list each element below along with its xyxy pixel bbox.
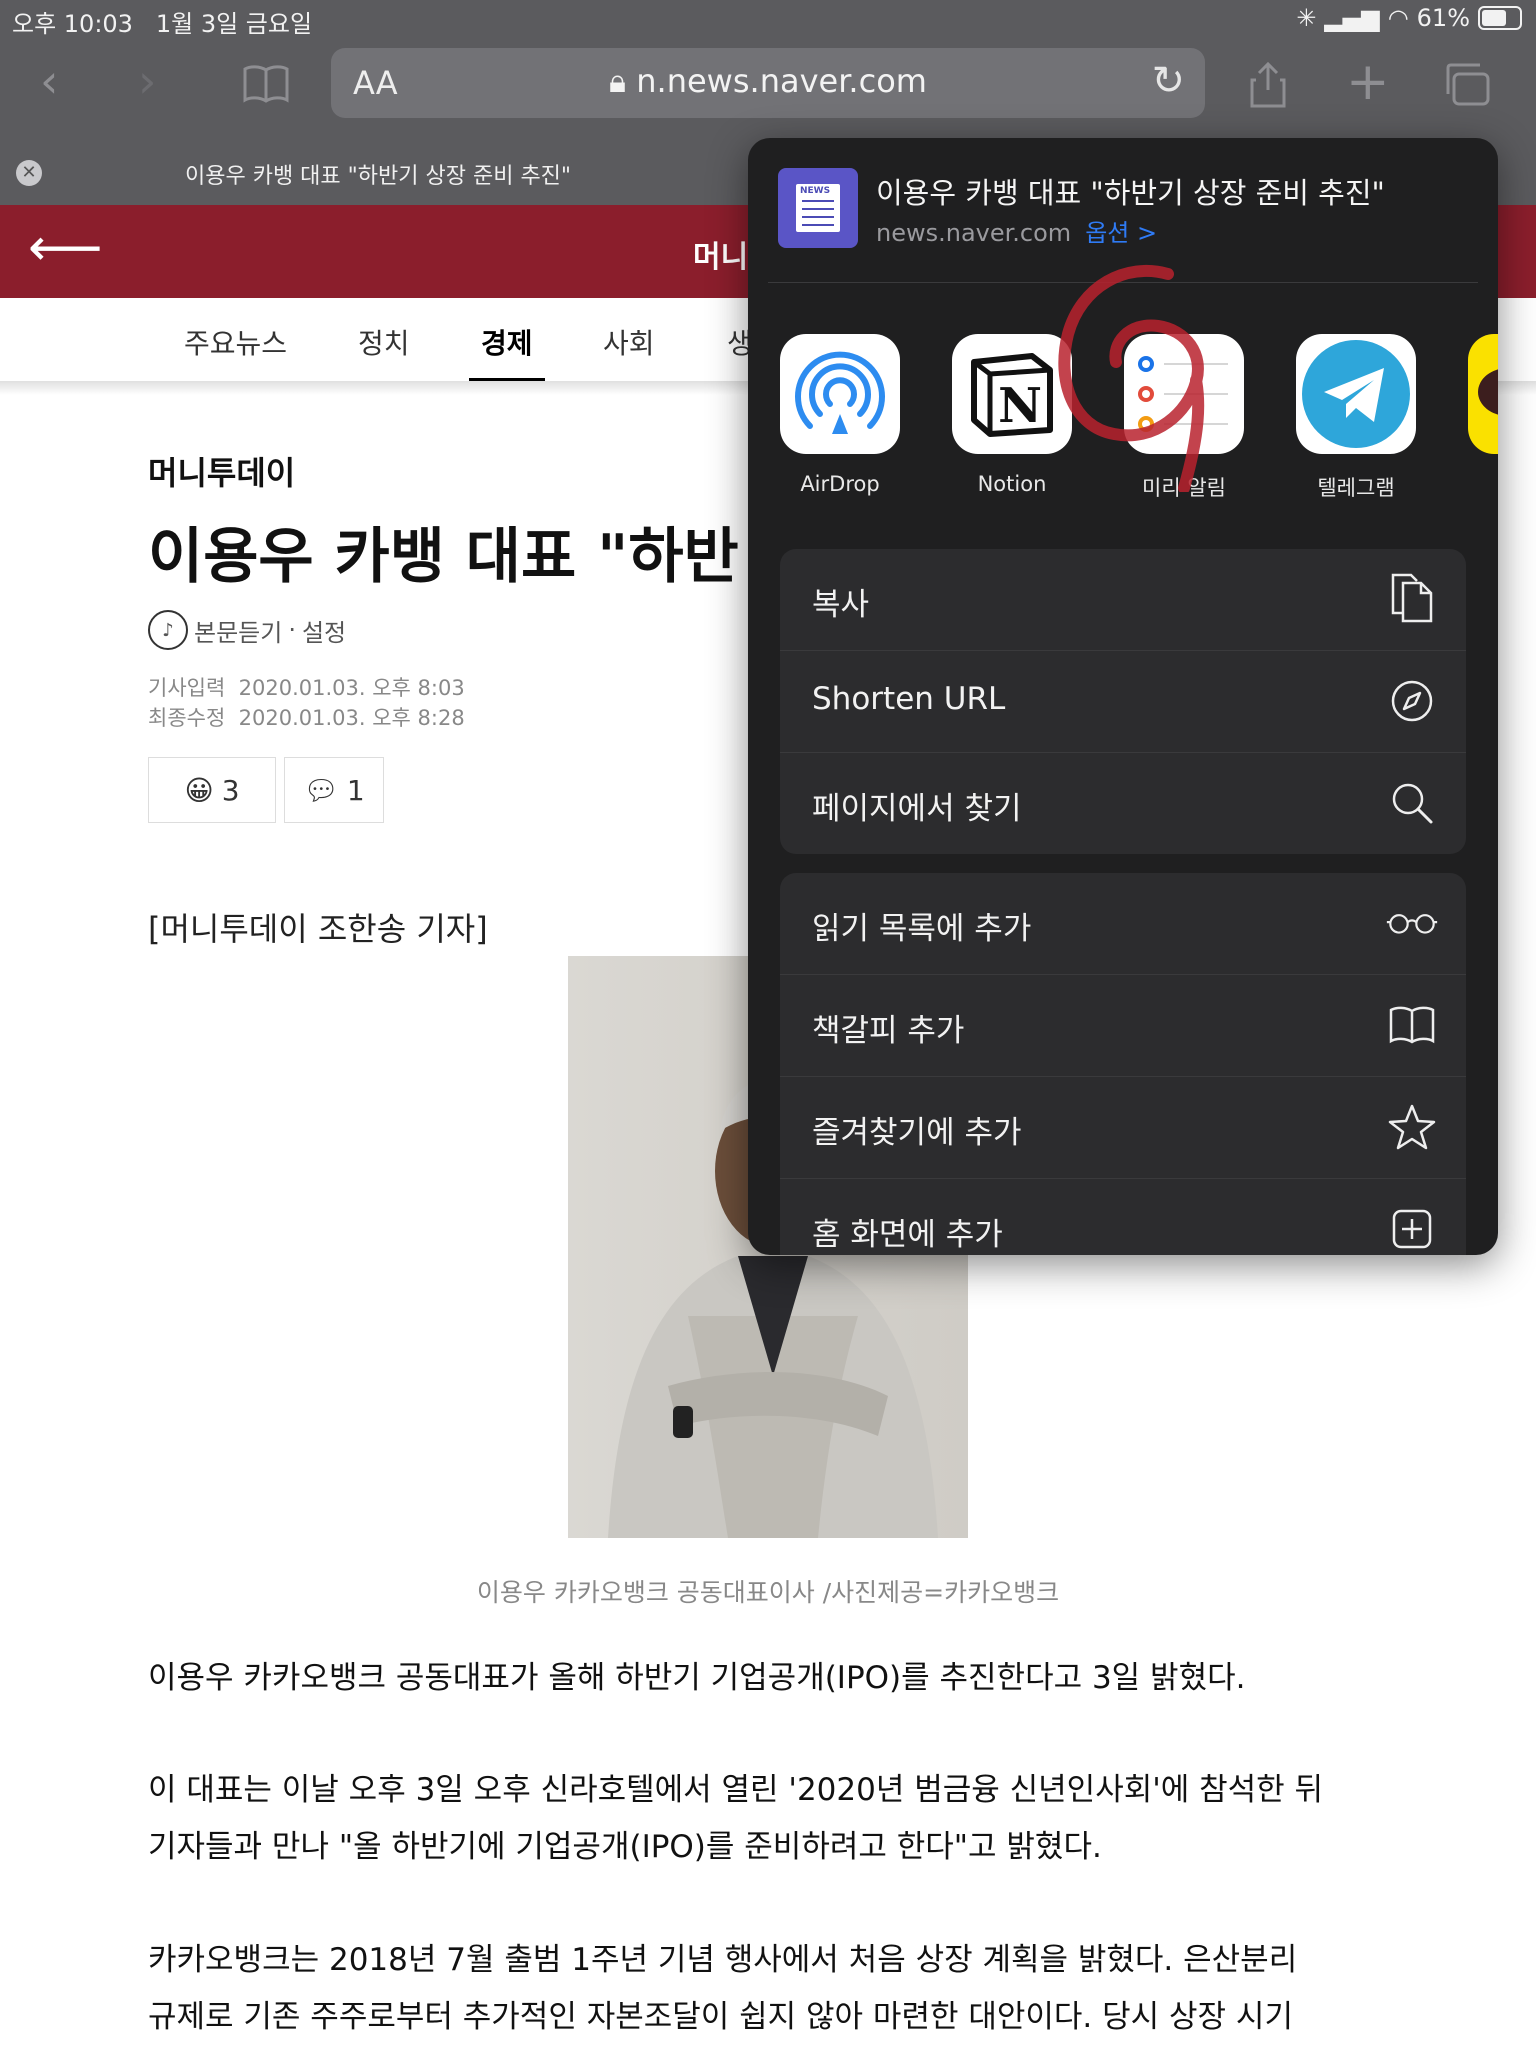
status-time: 오후 10:03 xyxy=(12,10,133,38)
annotation-scribble xyxy=(1058,264,1205,492)
action-add-home-screen-label: 홈 화면에 추가 xyxy=(812,1217,1003,1253)
app-kakaotalk[interactable]: 카 xyxy=(1468,334,1498,502)
site-brand[interactable]: 머니 xyxy=(693,232,748,276)
edited-label: 최종수정 xyxy=(148,706,226,730)
photo-caption: 이용우 카카오뱅크 공동대표이사 /사진제공=카카오뱅크 xyxy=(476,1578,1060,1607)
airdrop-icon xyxy=(780,334,900,454)
activity-icon: ✳ xyxy=(1296,4,1317,32)
glasses-icon xyxy=(1386,897,1438,949)
forward-icon[interactable]: › xyxy=(138,58,156,104)
share-domain: news.naver.com xyxy=(876,219,1072,247)
action-add-bookmark-label: 책갈피 추가 xyxy=(812,1013,965,1049)
emoji-icon: 😀 xyxy=(184,773,214,807)
share-title: 이용우 카뱅 대표 "하반기 상장 준비 추진" xyxy=(876,176,1385,210)
address-bar[interactable]: AA 🔒︎ n.news.naver.com ↻ xyxy=(331,48,1205,118)
notion-icon: N xyxy=(952,334,1072,454)
listen-controls: ♪ 본문듣기 · 설정 xyxy=(148,610,346,650)
app-airdrop[interactable]: AirDrop xyxy=(780,334,900,496)
svg-text:N: N xyxy=(998,378,1042,434)
paragraph-1: 이용우 카카오뱅크 공동대표가 올해 하반기 기업공개(IPO)를 추진한다고 … xyxy=(148,1660,1246,1696)
app-telegram[interactable]: 텔레그램 xyxy=(1296,334,1416,502)
paragraph-3-line-1: 카카오뱅크는 2018년 7월 출범 1주년 기념 행사에서 처음 상장 계획을… xyxy=(148,1942,1298,1978)
share-icon[interactable] xyxy=(1248,61,1288,112)
action-copy[interactable]: 복사 xyxy=(780,549,1466,651)
battery-icon xyxy=(1478,6,1522,30)
back-icon[interactable]: ‹ xyxy=(40,58,58,104)
status-date: 1월 3일 금요일 xyxy=(155,10,313,38)
app-label-airdrop: AirDrop xyxy=(800,472,880,496)
paragraph-2-line-1: 이 대표는 이날 오후 3일 오후 신라호텔에서 열린 '2020년 범금융 신… xyxy=(148,1772,1324,1808)
bookmark-book-icon xyxy=(1386,999,1438,1051)
wifi-icon: ◠ xyxy=(1387,4,1409,32)
app-label-notion: Notion xyxy=(977,472,1047,496)
article-headline: 이용우 카뱅 대표 "하반 xyxy=(148,522,739,592)
settings-link[interactable]: 설정 xyxy=(302,613,346,648)
status-time-date: 오후 10:03 1월 3일 금요일 xyxy=(12,4,312,39)
nav-item-economy[interactable]: 경제 xyxy=(481,322,533,362)
book-icon[interactable] xyxy=(242,64,290,108)
share-subtitle: news.naver.com 옵션 > xyxy=(876,213,1157,248)
news-site-icon: NEWS xyxy=(778,168,858,248)
action-add-reading-list[interactable]: 읽기 목록에 추가 xyxy=(780,873,1466,975)
news-icon-text: NEWS xyxy=(800,186,831,196)
lock-icon: 🔒︎ xyxy=(609,62,637,100)
tabs-icon[interactable] xyxy=(1444,62,1492,112)
published-time: 2020.01.03. 오후 8:03 xyxy=(238,676,465,700)
article-source[interactable]: 머니투데이 xyxy=(148,448,295,494)
action-group-2: 읽기 목록에 추가 책갈피 추가 즐겨찾기에 추가 홈 화면에 추가 xyxy=(780,873,1466,1255)
app-label-kakaotalk: 카 xyxy=(1468,472,1498,502)
listen-icon[interactable]: ♪ xyxy=(148,610,188,650)
url-display[interactable]: 🔒︎ n.news.naver.com xyxy=(331,62,1205,101)
telegram-icon xyxy=(1296,334,1416,454)
action-add-bookmark[interactable]: 책갈피 추가 xyxy=(780,975,1466,1077)
kakaotalk-icon xyxy=(1468,334,1498,454)
url-text: n.news.naver.com xyxy=(636,62,927,100)
add-square-icon xyxy=(1386,1203,1438,1255)
separator-dot: · xyxy=(288,616,296,644)
battery-percent: 61% xyxy=(1416,4,1470,32)
app-notion[interactable]: N Notion xyxy=(952,334,1072,496)
cellular-icon: ▂▄▆ xyxy=(1324,4,1380,32)
share-sheet: NEWS 이용우 카뱅 대표 "하반기 상장 준비 추진" news.naver… xyxy=(748,138,1498,1255)
action-copy-label: 복사 xyxy=(812,587,870,623)
nav-item-main[interactable]: 주요뉴스 xyxy=(184,322,287,362)
paragraph-2-line-2: 기자들과 만나 "올 하반기에 기업공개(IPO)를 준비하려고 한다"고 밝혔… xyxy=(148,1829,1102,1865)
comment-button[interactable]: 💬︎ 1 xyxy=(284,757,384,823)
action-add-reading-list-label: 읽기 목록에 추가 xyxy=(812,911,1032,947)
reaction-button[interactable]: 😀 3 xyxy=(148,757,276,823)
tab-title[interactable]: 이용우 카뱅 대표 "하반기 상장 준비 추진" xyxy=(185,158,571,190)
action-find-on-page-label: 페이지에서 찾기 xyxy=(812,791,1022,827)
published-meta: 기사입력 2020.01.03. 오후 8:03 xyxy=(148,672,465,702)
listen-button[interactable]: 본문듣기 xyxy=(194,613,282,648)
compass-icon xyxy=(1386,675,1438,727)
comment-icon: 💬︎ xyxy=(303,773,339,807)
action-add-favorites[interactable]: 즐겨찾기에 추가 xyxy=(780,1077,1466,1179)
action-add-home-screen[interactable]: 홈 화면에 추가 xyxy=(780,1179,1466,1255)
edited-meta: 최종수정 2020.01.03. 오후 8:28 xyxy=(148,702,465,732)
paragraph-3-line-2: 규제로 기존 주주로부터 추가적인 자본조달이 쉽지 않아 마련한 대안이다. … xyxy=(148,1999,1293,2035)
reload-icon[interactable]: ↻ xyxy=(1151,58,1185,104)
app-label-telegram: 텔레그램 xyxy=(1317,476,1395,500)
nav-item-society[interactable]: 사회 xyxy=(603,322,655,362)
reaction-count: 3 xyxy=(221,773,240,807)
article-byline: [머니투데이 조한송 기자] xyxy=(148,910,488,948)
comment-count: 1 xyxy=(346,773,365,807)
action-group-1: 복사 Shorten URL 페이지에서 찾기 xyxy=(780,549,1466,854)
edited-time: 2020.01.03. 오후 8:28 xyxy=(238,706,465,730)
status-right: ✳ ▂▄▆ ◠ 61% xyxy=(1296,4,1522,32)
tab-close-icon[interactable]: ✕ xyxy=(16,160,42,186)
published-label: 기사입력 xyxy=(148,676,226,700)
site-back-icon[interactable]: ⟵ xyxy=(28,218,103,278)
search-icon xyxy=(1386,777,1438,829)
copy-icon xyxy=(1386,573,1438,625)
new-tab-icon[interactable]: + xyxy=(1346,56,1390,108)
nav-item-politics[interactable]: 정치 xyxy=(358,322,410,362)
share-options-link[interactable]: 옵션 > xyxy=(1085,219,1157,247)
action-shorten-url-label: Shorten URL xyxy=(812,681,1006,717)
action-add-favorites-label: 즐겨찾기에 추가 xyxy=(812,1115,1022,1151)
action-find-on-page[interactable]: 페이지에서 찾기 xyxy=(780,753,1466,854)
star-icon xyxy=(1386,1101,1438,1153)
action-shorten-url[interactable]: Shorten URL xyxy=(780,651,1466,753)
